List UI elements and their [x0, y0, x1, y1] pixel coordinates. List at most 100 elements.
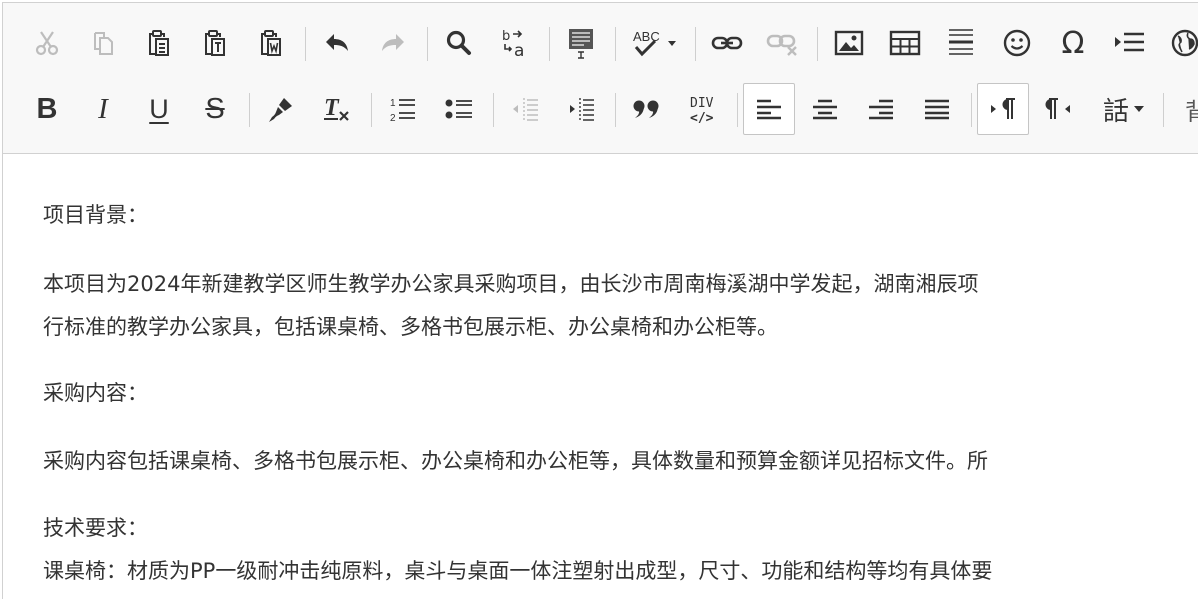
- align-left-icon: [757, 99, 781, 120]
- toolbar-separator: [737, 93, 738, 127]
- strikethrough-button[interactable]: S: [189, 83, 241, 135]
- bold-button[interactable]: B: [21, 83, 73, 135]
- toolbar-separator: [695, 27, 696, 61]
- select-all-button[interactable]: [555, 17, 607, 69]
- iframe-button[interactable]: [1159, 17, 1198, 69]
- svg-text:T: T: [324, 95, 340, 121]
- align-center-button[interactable]: [799, 83, 851, 135]
- cut-icon: [35, 31, 59, 56]
- decrease-indent-icon: [513, 98, 538, 121]
- increase-indent-icon: [570, 98, 594, 121]
- paragraph-heading: 项目背景：: [43, 203, 148, 227]
- spellcheck-button[interactable]: ABC: [625, 17, 687, 69]
- toolbar-separator: [427, 27, 428, 61]
- copy-format-icon: [269, 98, 292, 122]
- page-break-icon: [1115, 32, 1144, 52]
- remove-format-button[interactable]: T: [311, 83, 363, 135]
- paste-button[interactable]: [133, 17, 185, 69]
- paste-from-word-button[interactable]: [245, 17, 297, 69]
- paragraph: 采购内容包括课桌椅、多格书包展示柜、办公桌椅和办公柜等，具体数量和预算金额详见招…: [43, 449, 988, 473]
- bulleted-list-icon: [445, 99, 472, 119]
- table-button[interactable]: [879, 17, 931, 69]
- unlink-icon: [766, 34, 797, 56]
- undo-button[interactable]: [311, 17, 363, 69]
- toolbar-separator: [549, 27, 550, 61]
- editor-toolbar: b a ABC Ω B I U S T 1 2 DIV </> 話: [3, 3, 1198, 154]
- editor-content[interactable]: 项目背景： 本项目为2024年新建教学区师生教学办公家具采购项目，由长沙市周南梅…: [3, 154, 1198, 599]
- find-button[interactable]: [433, 17, 485, 69]
- redo-icon: [382, 34, 404, 51]
- align-center-icon: [813, 99, 837, 120]
- text-direction-rtl-icon: [1045, 98, 1070, 119]
- justify-button[interactable]: [911, 83, 963, 135]
- bulleted-list-button[interactable]: [433, 83, 485, 135]
- paste-text-button[interactable]: [189, 17, 241, 69]
- underline-button[interactable]: U: [133, 83, 185, 135]
- italic-button[interactable]: I: [77, 83, 129, 135]
- toolbar-separator: [249, 93, 250, 127]
- more-icon: 背: [1185, 92, 1198, 127]
- paste-from-word-icon: [261, 30, 281, 56]
- redo-button[interactable]: [367, 17, 419, 69]
- language-button[interactable]: 話: [1093, 83, 1155, 135]
- svg-text:</>: </>: [690, 111, 714, 126]
- unlink-button[interactable]: [757, 17, 809, 69]
- paragraph: 课桌椅：材质为PP一级耐冲击纯原料，桌斗与桌面一体注塑射出成型，尺寸、功能和结构…: [43, 559, 993, 583]
- toolbar-separator: [493, 93, 494, 127]
- replace-icon: b a: [502, 29, 524, 59]
- rich-text-editor: b a ABC Ω B I U S T 1 2 DIV </> 話 项目背景： …: [2, 2, 1198, 599]
- table-icon: [889, 30, 921, 56]
- select-all-icon: [569, 29, 593, 59]
- image-button[interactable]: [823, 17, 875, 69]
- decrease-indent-button[interactable]: [499, 83, 551, 135]
- find-icon: [446, 30, 471, 55]
- paragraph: 本项目为2024年新建教学区师生教学办公家具采购项目，由长沙市周南梅溪湖中学发起…: [43, 272, 979, 296]
- link-button[interactable]: [701, 17, 753, 69]
- chevron-down-icon: [1134, 106, 1144, 112]
- blockquote-icon: [633, 100, 659, 118]
- blockquote-button[interactable]: [621, 83, 673, 135]
- create-div-button[interactable]: DIV </>: [677, 83, 729, 135]
- special-char-icon: Ω: [1061, 25, 1085, 61]
- paragraph-heading: 采购内容：: [43, 381, 148, 405]
- toolbar-separator: [615, 93, 616, 127]
- copy-format-button[interactable]: [255, 83, 307, 135]
- smiley-icon: [1003, 29, 1031, 57]
- bold-icon: B: [36, 92, 58, 125]
- paste-text-icon: [205, 30, 225, 56]
- more-button[interactable]: 背: [1171, 83, 1198, 135]
- replace-button[interactable]: b a: [489, 17, 541, 69]
- italic-icon: I: [98, 92, 108, 125]
- paragraph-heading: 技术要求：: [43, 516, 148, 540]
- horizontal-rule-button[interactable]: [935, 17, 987, 69]
- strikethrough-icon: S: [205, 92, 225, 125]
- toolbar-separator: [615, 27, 616, 61]
- image-icon: [834, 30, 864, 56]
- toolbar-separator: [371, 93, 372, 127]
- paragraph: 行标准的教学办公家具，包括课桌椅、多格书包展示柜、办公桌椅和办公柜等。: [43, 315, 778, 339]
- underline-icon: U: [149, 93, 169, 124]
- align-left-button[interactable]: [743, 83, 795, 135]
- align-right-button[interactable]: [855, 83, 907, 135]
- copy-icon: [94, 32, 113, 55]
- text-direction-ltr-button[interactable]: [977, 83, 1029, 135]
- numbered-list-button[interactable]: 1 2: [377, 83, 429, 135]
- text-direction-rtl-button[interactable]: [1033, 83, 1085, 135]
- text-direction-ltr-icon: [991, 98, 1015, 119]
- page-break-button[interactable]: [1103, 17, 1155, 69]
- undo-icon: [326, 34, 348, 51]
- language-icon: 話: [1102, 95, 1129, 126]
- horizontal-rule-icon: [949, 29, 973, 55]
- paste-icon: [149, 30, 169, 56]
- link-icon: [711, 36, 743, 50]
- justify-icon: [925, 99, 949, 120]
- svg-text:DIV: DIV: [690, 96, 714, 111]
- special-char-button[interactable]: Ω: [1047, 17, 1099, 69]
- copy-button[interactable]: [77, 17, 129, 69]
- smiley-button[interactable]: [991, 17, 1043, 69]
- toolbar-separator: [1163, 93, 1164, 127]
- cut-button[interactable]: [21, 17, 73, 69]
- toolbar-separator: [971, 93, 972, 127]
- svg-text:1: 1: [390, 98, 396, 109]
- increase-indent-button[interactable]: [555, 83, 607, 135]
